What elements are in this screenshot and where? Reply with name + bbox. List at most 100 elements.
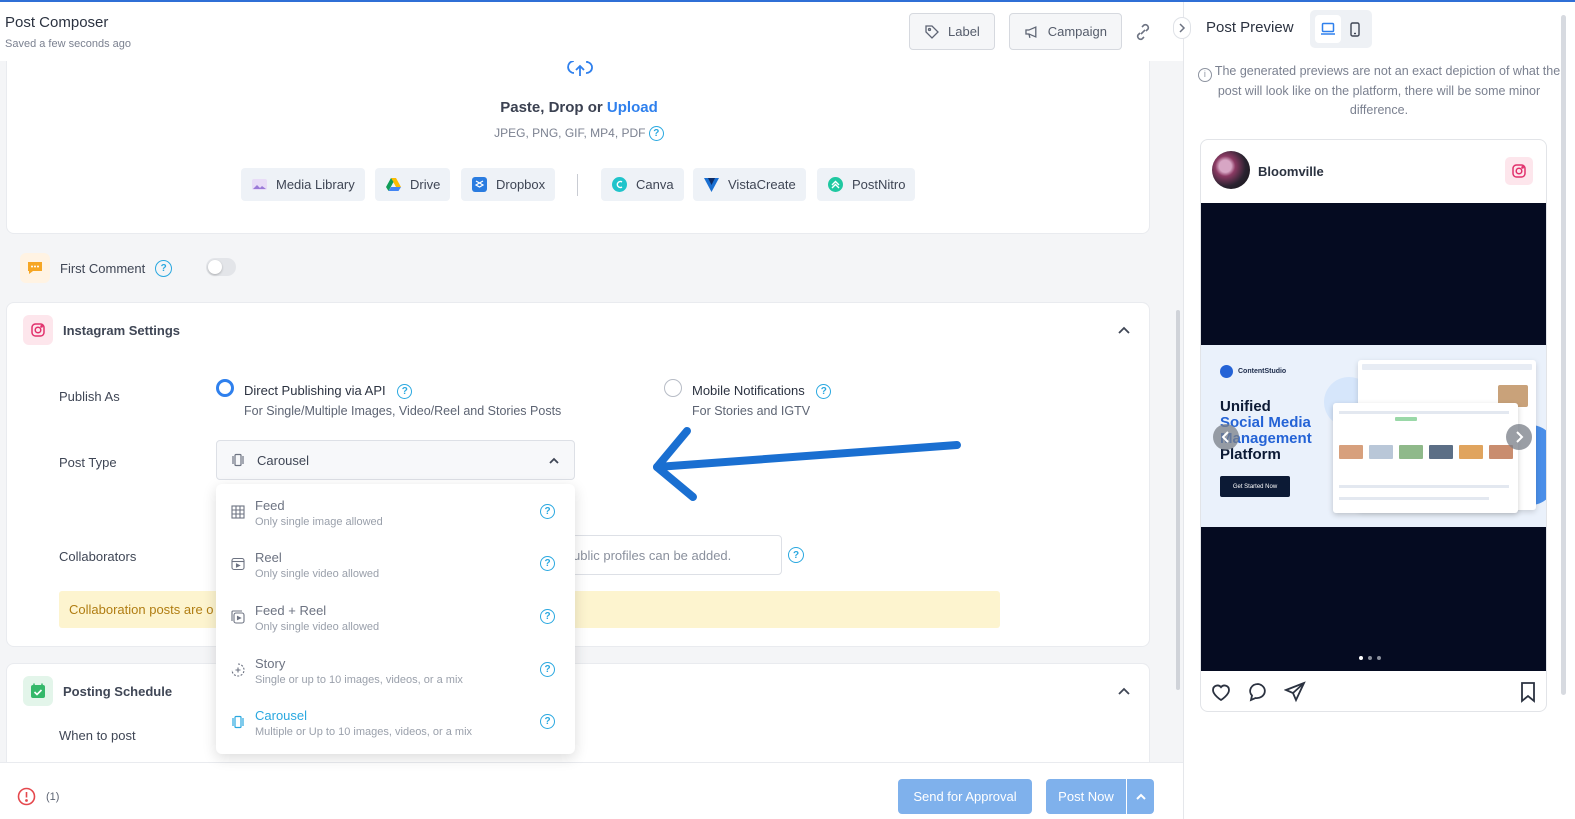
source-divider: [577, 174, 578, 196]
instagram-settings-card: Instagram Settings Publish As Direct Pub…: [6, 302, 1150, 647]
post-type-option-feed[interactable]: Feed Only single image allowed ?: [216, 489, 575, 541]
vistacreate-button[interactable]: VistaCreate: [693, 168, 806, 201]
reel-icon: [231, 557, 245, 571]
vistacreate-icon: [704, 178, 719, 192]
send-for-approval-button[interactable]: Send for Approval: [898, 779, 1032, 814]
composer-main: Paste, Drop or Upload JPEG, PNG, GIF, MP…: [0, 61, 1183, 762]
carousel-dot[interactable]: [1359, 656, 1363, 660]
mobile-notifications-radio[interactable]: [664, 379, 682, 397]
label-button-text: Label: [948, 24, 980, 39]
dropbox-icon: [472, 177, 487, 192]
canva-icon: [612, 177, 627, 192]
post-type-label: Post Type: [59, 455, 117, 470]
google-drive-icon: [386, 178, 401, 191]
post-type-option-feed-reel[interactable]: Feed + Reel Only single video allowed ?: [216, 594, 575, 646]
instagram-settings-header[interactable]: Instagram Settings: [23, 315, 180, 345]
preview-scrollbar[interactable]: [1561, 15, 1566, 695]
direct-publishing-help-icon[interactable]: ?: [397, 384, 413, 400]
avatar: [1212, 151, 1250, 189]
dropbox-button[interactable]: Dropbox: [461, 168, 556, 201]
postnitro-icon: [828, 177, 843, 192]
post-now-button[interactable]: Post Now: [1046, 779, 1126, 814]
collaborators-input[interactable]: ublic profiles can be added.: [562, 535, 782, 575]
composer-footer: (1) Send for Approval Post Now: [0, 762, 1183, 819]
direct-publishing-title: Direct Publishing via API ?: [244, 383, 413, 400]
carousel-dots: [1359, 656, 1381, 660]
story-help-icon[interactable]: ?: [540, 662, 555, 677]
mobile-preview-button[interactable]: [1342, 15, 1368, 43]
instagram-post-preview: Bloomville ContentStudio Unified Social …: [1200, 139, 1547, 712]
reel-help-icon[interactable]: ?: [540, 556, 555, 571]
label-button[interactable]: Label: [909, 13, 995, 50]
publish-as-label: Publish As: [59, 389, 120, 404]
grid-icon: [231, 505, 245, 519]
bookmark-icon[interactable]: [1517, 681, 1539, 703]
banner-line: Unified: [1220, 398, 1271, 415]
direct-publishing-radio[interactable]: [216, 379, 234, 397]
comment-bubble-icon[interactable]: [1247, 681, 1269, 703]
carousel-prev-button[interactable]: [1213, 424, 1239, 450]
carousel-dot[interactable]: [1377, 656, 1381, 660]
link-icon[interactable]: [1133, 22, 1153, 42]
canva-button[interactable]: Canva: [601, 168, 684, 201]
annotation-arrow-icon: [653, 427, 961, 501]
mobile-notifications-help-icon[interactable]: ?: [816, 384, 832, 400]
banner-cta: Get Started Now: [1220, 476, 1290, 497]
carousel-icon: [232, 453, 244, 467]
post-type-select[interactable]: Carousel: [216, 440, 575, 480]
mobile-notifications-subtitle: For Stories and IGTV: [692, 404, 811, 418]
posting-schedule-header[interactable]: Posting Schedule: [23, 676, 172, 706]
desktop-preview-button[interactable]: [1315, 15, 1341, 43]
chevron-up-icon[interactable]: [1117, 684, 1131, 698]
media-library-button[interactable]: Media Library: [241, 168, 365, 201]
first-comment-help-icon[interactable]: ?: [155, 259, 173, 277]
help-icon[interactable]: ?: [648, 126, 664, 142]
megaphone-icon: [1025, 25, 1037, 38]
chevron-left-icon: [1221, 431, 1229, 443]
info-icon: i: [1197, 67, 1212, 82]
first-comment-toggle[interactable]: [206, 258, 236, 276]
post-type-option-story[interactable]: Story Single or up to 10 images, videos,…: [216, 647, 575, 699]
post-type-menu: Feed Only single image allowed ? Reel On…: [216, 484, 575, 754]
carousel-dot[interactable]: [1368, 656, 1372, 660]
campaign-button[interactable]: Campaign: [1009, 13, 1122, 50]
upload-link[interactable]: Upload: [607, 99, 658, 116]
post-type-option-carousel[interactable]: Carousel Multiple or Up to 10 images, vi…: [216, 699, 575, 751]
feed-reel-help-icon[interactable]: ?: [540, 609, 555, 624]
first-comment-label: First Comment: [60, 260, 146, 276]
composer-scrollbar[interactable]: [1176, 310, 1180, 690]
direct-publishing-subtitle: For Single/Multiple Images, Video/Reel a…: [244, 404, 562, 418]
error-alert-icon[interactable]: [17, 787, 36, 806]
chevron-up-icon: [1135, 793, 1146, 800]
posting-schedule-title: Posting Schedule: [63, 683, 173, 699]
supported-formats: JPEG, PNG, GIF, MP4, PDF ?: [7, 126, 1151, 142]
collapse-preview-button[interactable]: [1173, 17, 1191, 39]
carousel-slide-image: ContentStudio Unified Social Media Manag…: [1201, 345, 1546, 527]
post-preview-panel: Post Preview i The generated previews are…: [1183, 2, 1575, 819]
carousel-next-button[interactable]: [1506, 424, 1532, 450]
cloud-upload-icon[interactable]: [565, 61, 595, 82]
account-name: Bloomville: [1258, 164, 1324, 179]
post-media: ContentStudio Unified Social Media Manag…: [1201, 203, 1546, 671]
collaborators-label: Collaborators: [59, 549, 137, 564]
preview-title: Post Preview: [1206, 19, 1294, 36]
laptop-icon: [1321, 22, 1335, 35]
collaborators-help-icon[interactable]: ?: [788, 547, 804, 563]
postnitro-button[interactable]: PostNitro: [817, 168, 916, 201]
media-library-icon: [252, 179, 267, 190]
saved-status: Saved a few seconds ago: [5, 38, 131, 50]
carousel-help-icon[interactable]: ?: [540, 714, 555, 729]
chevron-up-icon: [549, 457, 559, 464]
feed-reel-icon: [231, 610, 245, 624]
chevron-up-icon[interactable]: [1117, 323, 1131, 337]
feed-help-icon[interactable]: ?: [540, 504, 555, 519]
share-icon[interactable]: [1284, 681, 1306, 703]
drive-button[interactable]: Drive: [375, 168, 451, 201]
post-type-option-reel[interactable]: Reel Only single video allowed ?: [216, 541, 575, 593]
post-type-value: Carousel: [257, 452, 310, 468]
post-now-options-button[interactable]: [1127, 779, 1154, 814]
contentstudio-logo: ContentStudio: [1220, 365, 1286, 378]
chevron-right-icon: [1179, 23, 1186, 33]
heart-icon[interactable]: [1210, 681, 1232, 703]
campaign-button-text: Campaign: [1047, 24, 1107, 39]
